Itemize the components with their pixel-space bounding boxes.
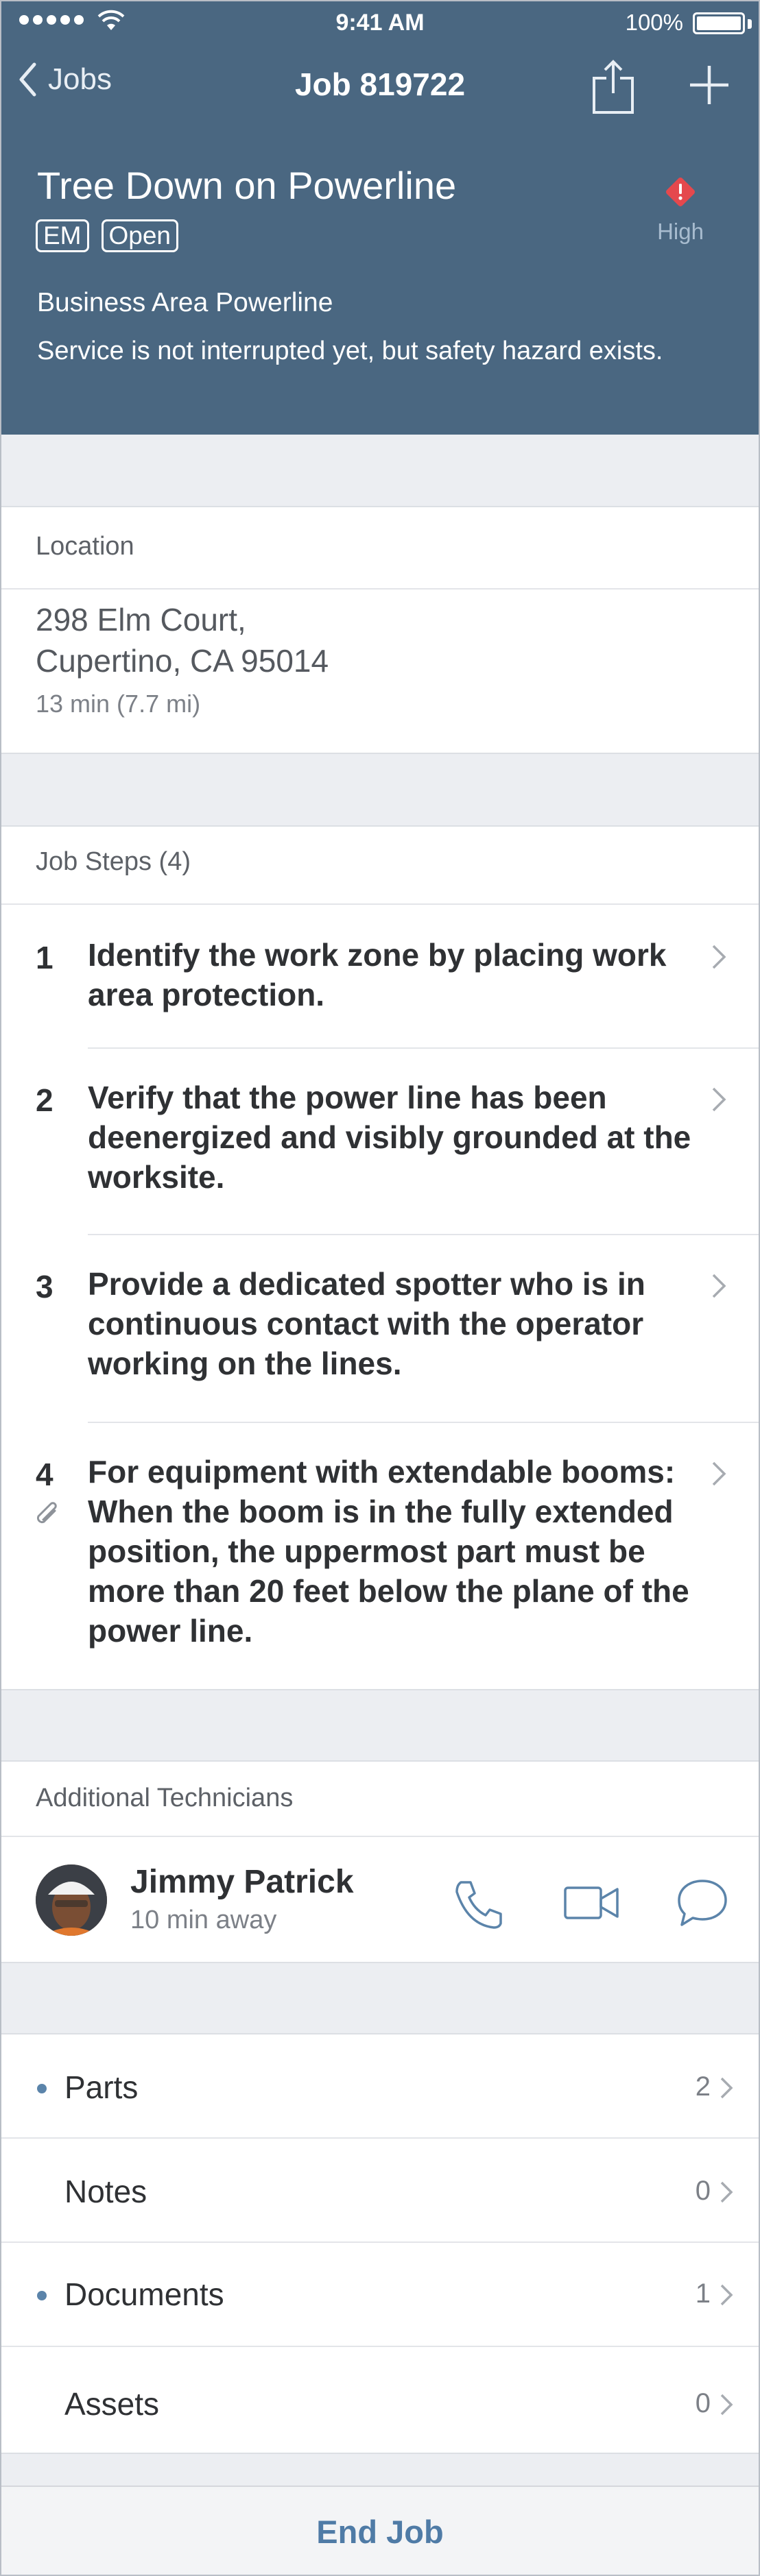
job-description: Service is not interrupted yet, but safe… [37,337,663,365]
add-icon[interactable] [687,63,731,107]
technicians-label: Additional Technicians [36,1784,294,1812]
chevron-right-icon [712,945,726,969]
step-text: Verify that the power line has been deen… [88,1080,691,1195]
share-icon[interactable] [590,59,637,115]
step-number: 4 [36,1457,54,1492]
step-number: 1 [36,940,54,975]
chevron-right-icon [712,1461,726,1486]
status-badge: Open [101,219,179,252]
related-items-list: Parts 2 Notes 0 Documents 1 Assets 0 [1,2033,759,2454]
chevron-right-icon [712,1274,726,1298]
job-steps-section: Job Steps (4) 1 Identify the work zone b… [1,825,759,1690]
location-eta: 13 min (7.7 mi) [36,690,201,718]
chevron-right-icon [720,2077,733,2099]
technician-name: Jimmy Patrick [130,1864,354,1900]
job-step-3[interactable]: 3 Provide a dedicated spotter who is in … [1,1235,759,1423]
technician-eta: 10 min away [130,1906,277,1934]
priority-label: High [657,219,704,244]
business-area: Business Area Powerline [37,288,333,317]
type-badge: EM [36,219,89,252]
list-item-count: 2 [695,2071,711,2102]
chevron-right-icon [712,1087,726,1112]
job-step-1[interactable]: 1 Identify the work zone by placing work… [1,903,759,1049]
phone-icon[interactable] [451,1877,506,1932]
alert-diamond-icon [666,178,695,206]
battery-icon [693,12,745,34]
address-line-2: Cupertino, CA 95014 [36,643,329,679]
step-number: 3 [36,1269,54,1304]
app-screen: 9:41 AM 100% Jobs Job 819722 Tree Down o… [0,0,760,2576]
avatar [36,1864,107,1936]
address-line-1: 298 Elm Court, [36,602,246,637]
job-steps-label: Job Steps (4) [36,847,191,876]
location-label: Location [36,532,134,561]
list-item-label: Parts [64,2069,139,2105]
message-icon[interactable] [675,1877,730,1929]
status-bar: 9:41 AM 100% [1,1,759,45]
step-text: Provide a dedicated spotter who is in co… [88,1266,645,1381]
list-item-parts[interactable]: Parts 2 [1,2034,759,2139]
video-icon[interactable] [562,1882,620,1923]
list-item-label: Documents [64,2276,224,2312]
location-section[interactable]: Location 298 Elm Court, Cupertino, CA 95… [1,506,759,754]
end-job-button[interactable]: End Job [1,2513,759,2551]
unread-dot [37,2084,47,2093]
step-text: For equipment with extendable booms: Whe… [88,1454,689,1649]
page-title: Job 819722 [294,66,466,102]
job-badges: EM Open [36,219,179,252]
priority-indicator: High [650,173,711,245]
list-item-count: 1 [695,2279,711,2309]
job-header: 9:41 AM 100% Jobs Job 819722 Tree Down o… [1,1,759,435]
list-item-documents[interactable]: Documents 1 [1,2243,759,2347]
battery-percentage: 100% [625,10,683,35]
bottom-toolbar: End Job [1,2486,759,2575]
list-item-count: 0 [695,2176,711,2206]
step-number: 2 [36,1082,54,1118]
technicians-section: Additional Technicians Jimmy Patrick 10 … [1,1760,759,1963]
list-item-notes[interactable]: Notes 0 [1,2139,759,2243]
job-step-4[interactable]: 4 For equipment with extendable booms: W… [1,1423,759,1690]
job-title: Tree Down on Powerline [37,164,457,207]
step-text: Identify the work zone by placing work a… [88,937,667,1012]
chevron-right-icon [720,2284,733,2306]
chevron-right-icon [720,2394,733,2416]
chevron-right-icon [720,2181,733,2203]
navigation-bar: Jobs Job 819722 [1,45,759,130]
list-item-count: 0 [695,2388,711,2418]
job-step-2[interactable]: 2 Verify that the power line has been de… [1,1049,759,1235]
unread-dot [37,2291,47,2300]
list-item-label: Notes [64,2174,147,2209]
paperclip-icon [36,1502,57,1524]
location-address: 298 Elm Court, Cupertino, CA 95014 [36,599,329,681]
list-item-label: Assets [64,2386,160,2422]
list-item-assets[interactable]: Assets 0 [1,2347,759,2451]
